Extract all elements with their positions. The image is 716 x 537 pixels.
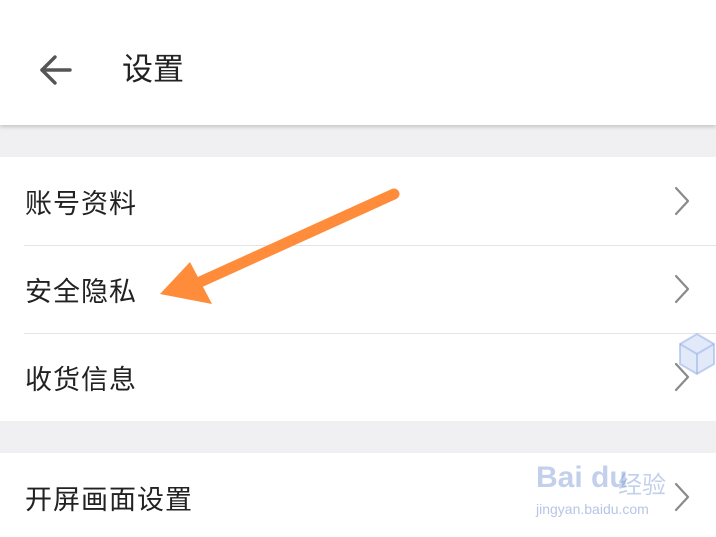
settings-group-display: 开屏画面设置 <box>0 453 716 537</box>
chevron-right-icon <box>672 361 692 393</box>
settings-screen: 设置 账号资料 安全隐私 收货信息 开屏画面设置 Bai du 经验 jingy… <box>0 0 716 537</box>
settings-group-account: 账号资料 安全隐私 收货信息 <box>0 157 716 421</box>
chevron-right-icon <box>672 185 692 217</box>
settings-item-shipping-info[interactable]: 收货信息 <box>0 333 716 421</box>
settings-item-security-privacy[interactable]: 安全隐私 <box>0 245 716 333</box>
settings-item-label: 安全隐私 <box>25 276 137 308</box>
settings-item-label: 收货信息 <box>25 364 137 396</box>
back-button[interactable] <box>30 48 82 92</box>
chevron-right-icon <box>672 481 692 513</box>
settings-item-splash-screen[interactable]: 开屏画面设置 <box>0 453 716 537</box>
settings-item-label: 开屏画面设置 <box>25 484 193 516</box>
arrow-left-icon <box>40 55 72 85</box>
app-header: 设置 <box>0 0 716 125</box>
settings-item-account-profile[interactable]: 账号资料 <box>0 157 716 245</box>
settings-item-label: 账号资料 <box>25 188 137 220</box>
chevron-right-icon <box>672 273 692 305</box>
page-title: 设置 <box>122 52 184 88</box>
